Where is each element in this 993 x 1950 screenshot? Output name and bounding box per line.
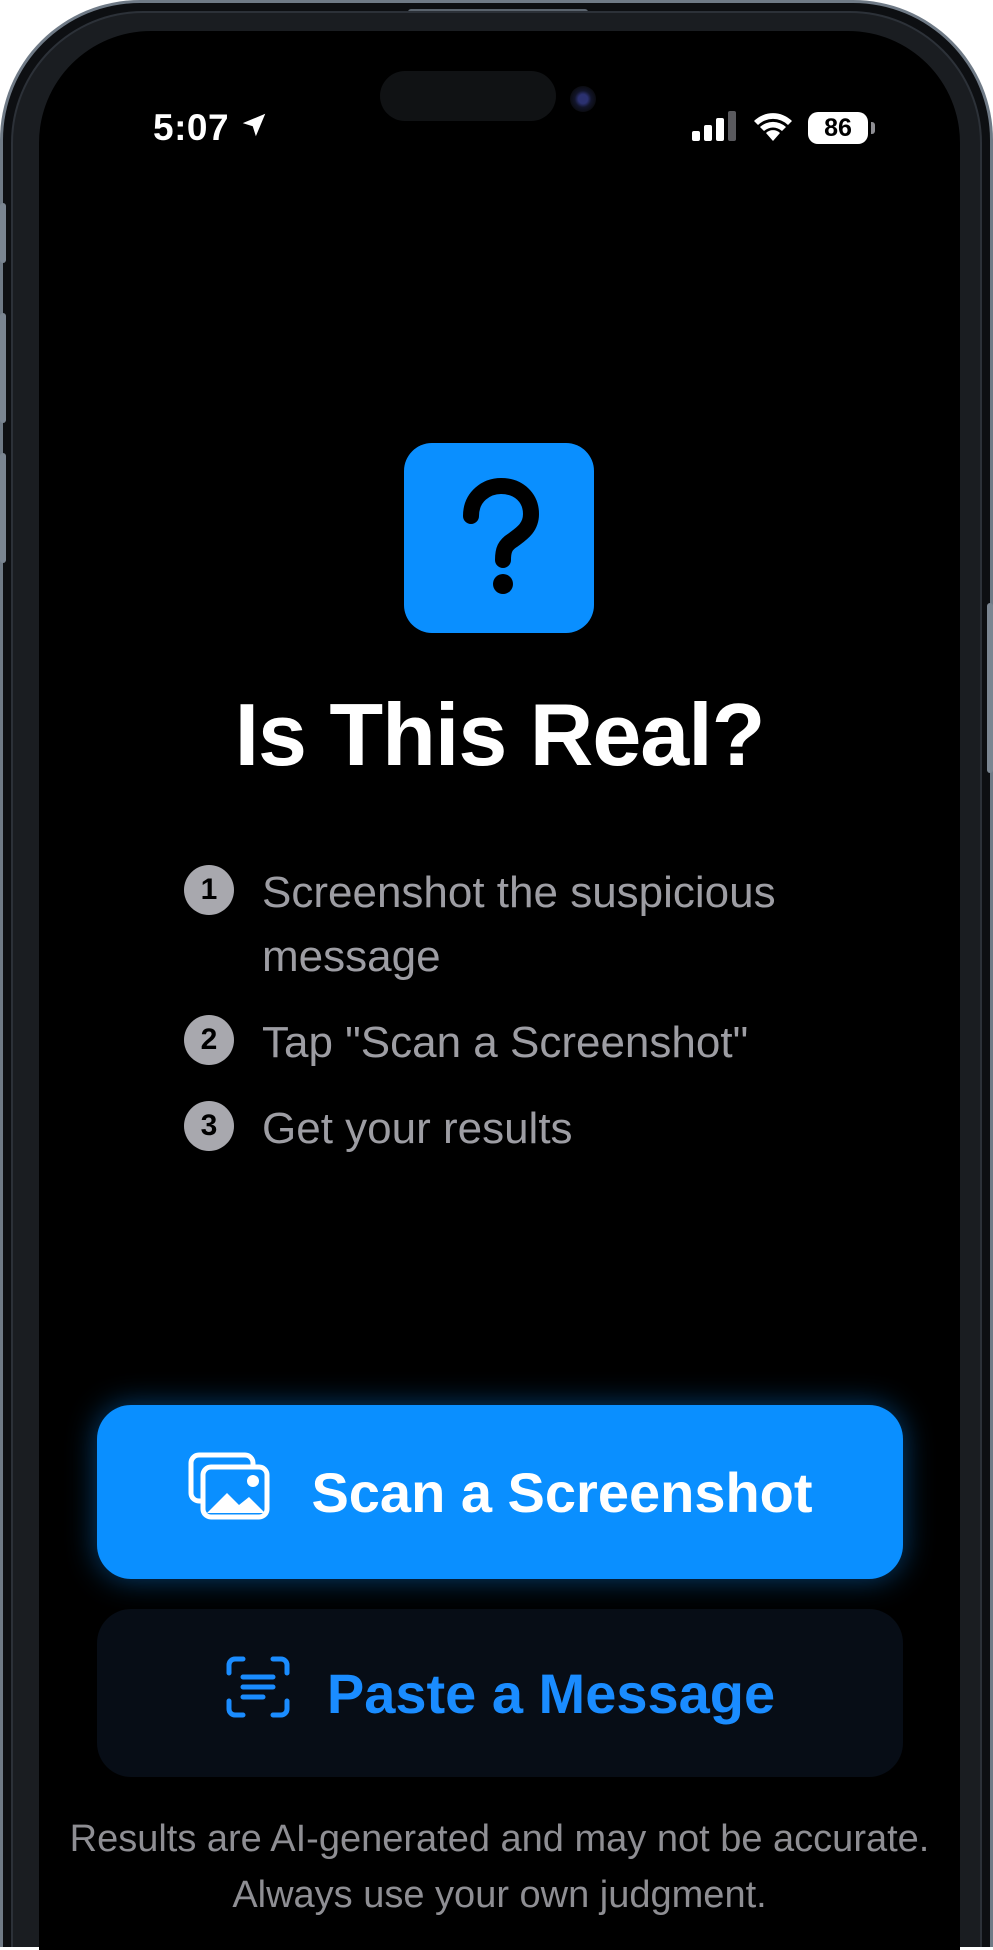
step-text: Tap "Scan a Screenshot" (262, 1018, 749, 1067)
step-item: 3 Get your results (184, 1097, 884, 1161)
action-button (0, 203, 6, 263)
disclaimer-text: Results are AI-generated and may not be … (69, 1818, 930, 1916)
volume-down-button (0, 453, 6, 563)
status-indicators: 86 (692, 107, 875, 149)
question-mark-icon (404, 443, 594, 633)
cellular-signal-icon (692, 110, 738, 146)
paste-message-label: Paste a Message (326, 1661, 776, 1725)
step-text: Get your results (262, 1104, 573, 1153)
step-number-badge: 1 (184, 865, 234, 915)
scan-screenshot-button[interactable]: Scan a Screenshot (97, 1405, 903, 1579)
step-number-badge: 3 (184, 1101, 234, 1151)
front-camera (570, 86, 596, 112)
step-text: Screenshot the suspicious message (262, 868, 776, 981)
paste-message-button[interactable]: Paste a Message (97, 1609, 903, 1777)
battery-icon: 86 (808, 112, 875, 144)
location-arrow-icon (239, 107, 269, 149)
volume-up-button (0, 313, 6, 423)
text-scan-icon (225, 1655, 291, 1732)
power-button (987, 603, 993, 773)
wifi-icon (752, 110, 794, 147)
photos-icon (187, 1451, 271, 1534)
battery-level: 86 (824, 113, 852, 142)
screen: 5:07 86 Is This Real? 1 Screenshot the s… (39, 31, 960, 1950)
clock: 5:07 (153, 107, 230, 148)
step-item: 1 Screenshot the suspicious message (184, 861, 884, 989)
phone-frame: 5:07 86 Is This Real? 1 Screenshot the s… (0, 0, 993, 1950)
dynamic-island (380, 71, 556, 121)
status-time: 5:07 (153, 101, 269, 155)
step-item: 2 Tap "Scan a Screenshot" (184, 1011, 884, 1075)
page-title: Is This Real? (234, 685, 766, 784)
battery-nub (871, 122, 875, 134)
step-number-badge: 2 (184, 1015, 234, 1065)
scan-screenshot-label: Scan a Screenshot (311, 1460, 813, 1524)
steps-list: 1 Screenshot the suspicious message 2 Ta… (184, 861, 884, 1183)
